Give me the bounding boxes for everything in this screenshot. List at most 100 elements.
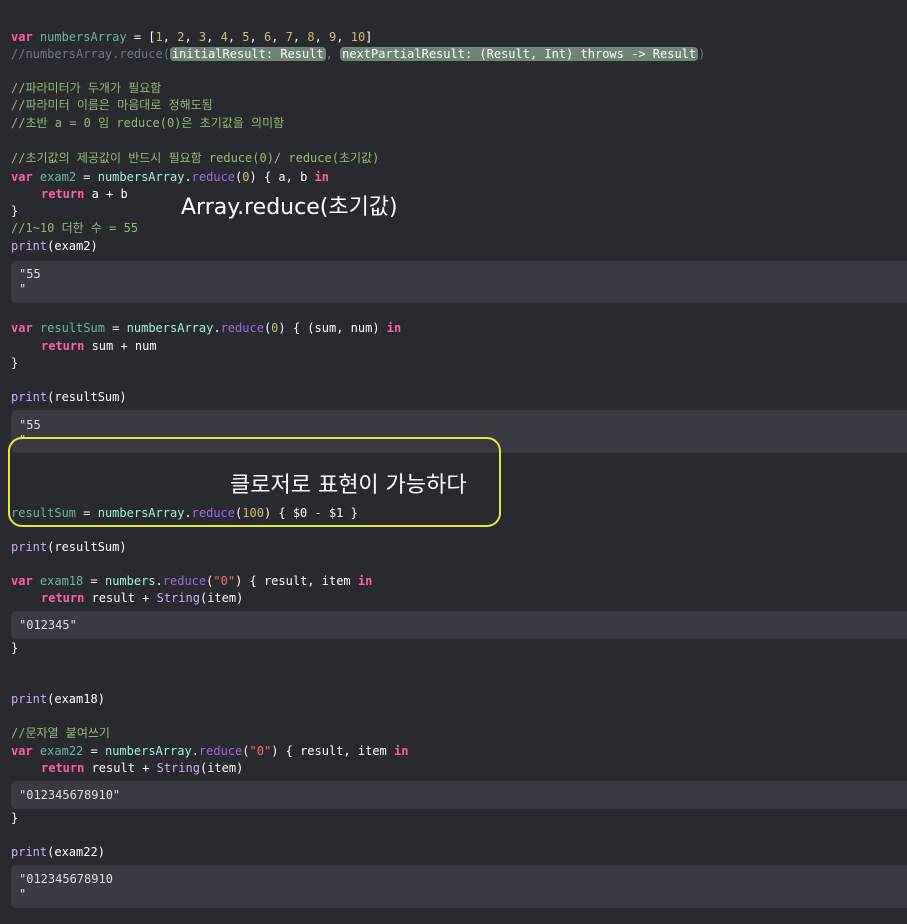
code-line-print: print(resultSum) [11,539,127,556]
closing-brace: } [11,811,19,825]
number-literal: 8 [307,30,315,44]
keyword: return [41,187,85,201]
receiver: numbersArray [97,506,185,520]
keyword: in [386,321,402,335]
keyword: var [11,30,33,44]
code-line-return: return sum + num [41,338,157,355]
code-line-print: print(exam22) [11,844,105,861]
type-name: String [156,761,200,775]
variable-name: resultSum [11,506,77,520]
result-text: "012345678910 " [19,872,113,901]
receiver: numbers [104,574,156,588]
result-panel[interactable]: "012345678910 " [11,865,907,908]
variable-name: resultSum [39,321,105,335]
placeholder-initial-result[interactable]: initialResult: Result [169,47,326,61]
method-name: reduce [191,506,236,520]
variable-name: exam22 [39,744,84,758]
comment-line: //초기값의 제공값이 반드시 필요함 reduce(0)/ reduce(초기… [11,151,380,165]
variable-name: exam2 [39,170,77,184]
receiver: numbersArray [97,170,185,184]
string-literal: "0" [213,574,236,588]
comment-line: //문자열 붙여쓰기 [11,726,110,740]
code-line-print: print(exam18) [11,691,105,708]
variable-name: exam18 [39,574,84,588]
result-text: "012345678910" [19,788,121,802]
annotation-label: 클로저로 표현이 가능하다 [230,473,467,498]
number-literal: 5 [242,30,250,44]
result-panel[interactable]: "012345678910" [11,781,907,809]
keyword: in [314,170,329,184]
code-line-reduce-signature: //numbersArray.reduce(initialResult: Res… [11,46,705,63]
method-name: reduce [191,170,236,184]
number-literal: 10 [350,30,366,44]
expression: result + [84,591,157,605]
operator: = [76,506,98,520]
code-line-return: return result + String(item) [41,590,243,607]
code-line-exam22: var exam22 = numbersArray.reduce("0") { … [11,743,408,760]
closure-params: ) { a, b [249,170,315,184]
closure-body: ) { $0 - $1 } [263,506,358,520]
result-text: "55 " [19,267,41,296]
code-line-exam2: var exam2 = numbersArray.reduce(0) { a, … [11,169,329,186]
comment-line: //초반 a = 0 임 reduce(0)은 초기값을 의미함 [11,116,285,130]
keyword: var [11,744,33,758]
code-line-return: return a + b [41,186,128,203]
argument: (exam2) [47,239,98,253]
closing-brace: } [11,356,19,370]
receiver: numbersArray [104,744,192,758]
argument: (exam18) [47,692,105,706]
number-literal: 3 [198,30,207,44]
comment-text: ) [698,47,706,61]
number-literal: 6 [263,30,272,44]
comment-text: //numbersArray.reduce( [11,47,170,61]
keyword: var [11,170,33,184]
function-name: print [11,540,48,554]
string-literal: "0" [249,744,272,758]
closure-params: ) { (sum, num) [278,321,387,335]
dot: . [184,506,192,520]
code-line-return: return result + String(item) [41,760,243,777]
function-name: print [11,692,48,706]
expression: (item) [199,761,244,775]
argument: (resultSum) [47,540,127,554]
comment-text: , [325,47,341,61]
code-line-print: print(exam2) [11,238,98,255]
code-line-result-sum: var resultSum = numbersArray.reduce(0) {… [11,320,401,337]
operator: = [104,321,127,335]
receiver: numbersArray [126,321,214,335]
comment-line: //1~10 더한 수 = 55 [11,221,139,235]
keyword: var [11,574,33,588]
expression: (item) [199,591,244,605]
paren: ( [242,744,250,758]
result-panel[interactable]: "55 " [11,261,907,303]
dot: . [184,170,192,184]
operator: = [83,744,105,758]
number-literal: 4 [220,30,228,44]
closure-params: ) { result, item [235,574,358,588]
placeholder-next-partial-result[interactable]: nextPartialResult: (Result, Int) throws … [340,47,699,61]
variable-name: numbersArray [39,30,127,44]
argument: (resultSum) [47,390,127,404]
comment-line: //파라미터 이름은 마음대로 정해도됨 [11,98,213,112]
bracket: ] [365,30,373,44]
dot: . [191,744,199,758]
closing-brace: } [11,204,19,218]
keyword: return [41,591,85,605]
method-name: reduce [162,574,207,588]
number-literal: 2 [177,30,185,44]
keyword: in [357,574,373,588]
keyword: var [11,321,33,335]
dot: . [155,574,163,588]
closing-brace: } [11,641,19,655]
number-literal: 100 [242,506,264,520]
code-line-closure-shorthand: resultSum = numbersArray.reduce(100) { $… [11,505,358,522]
argument: (exam22) [47,845,105,859]
comment-line: //파라미터가 두개가 필요함 [11,81,162,95]
result-text: "012345" [19,618,77,632]
result-panel[interactable]: "012345" [11,611,907,639]
operator: = [83,574,105,588]
number-literal: 0 [242,170,250,184]
keyword: return [41,761,85,775]
annotation-label: Array.reduce(초기값) [181,195,398,220]
function-name: print [11,239,48,253]
